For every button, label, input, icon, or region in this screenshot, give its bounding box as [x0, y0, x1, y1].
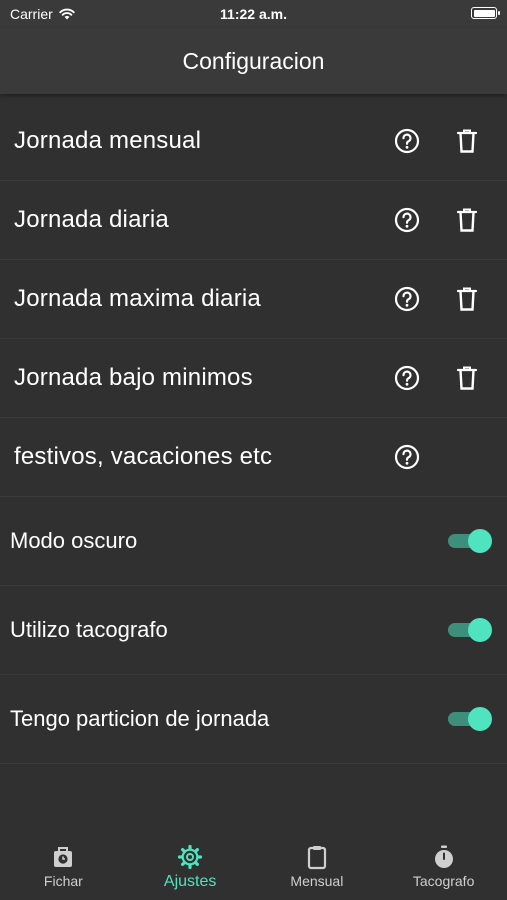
setting-label: Jornada bajo minimos	[14, 364, 253, 391]
toggle-label: Modo oscuro	[10, 528, 138, 553]
tab-label: Tacografo	[412, 873, 475, 889]
clipboard-icon	[307, 846, 326, 870]
trash-icon[interactable]	[455, 128, 479, 154]
trash-icon[interactable]	[455, 286, 479, 312]
help-icon[interactable]	[394, 207, 420, 233]
particion-switch[interactable]	[448, 707, 492, 731]
trash-icon[interactable]	[455, 365, 479, 391]
status-bar: Carrier 11:22 a.m.	[0, 0, 507, 28]
help-icon[interactable]	[394, 286, 420, 312]
toggle-row-particion: Tengo particion de jornada	[0, 675, 507, 764]
battery-icon	[471, 7, 500, 19]
toggle-label: Tengo particion de jornada	[10, 706, 270, 731]
setting-row-festivos[interactable]: festivos, vacaciones etc	[0, 418, 507, 497]
tacografo-switch[interactable]	[448, 618, 492, 642]
switch-knob	[468, 529, 492, 553]
tab-label: Mensual	[290, 873, 344, 889]
toggle-label: Utilizo tacografo	[10, 617, 168, 642]
toggle-row-modo-oscuro: Modo oscuro	[0, 497, 507, 586]
setting-row-jornada-mensual[interactable]: Jornada mensual	[0, 102, 507, 181]
tab-fichar[interactable]: Fichar	[0, 834, 127, 900]
help-icon[interactable]	[394, 444, 420, 470]
setting-label: Jornada diaria	[14, 206, 169, 233]
setting-row-jornada-diaria[interactable]: Jornada diaria	[0, 181, 507, 260]
tab-bar: Fichar Ajustes Mensual Tacografo	[0, 834, 507, 900]
modo-oscuro-switch[interactable]	[448, 529, 492, 553]
tab-label: Fichar	[43, 873, 83, 889]
gear-icon	[178, 844, 203, 870]
stopwatch-icon	[434, 845, 453, 868]
app-header: Configuracion	[0, 28, 507, 94]
switch-knob	[468, 707, 492, 731]
settings-list: Jornada mensual Jornada diaria Jornada m…	[0, 102, 507, 764]
tab-tacografo[interactable]: Tacografo	[380, 834, 507, 900]
bag-clock-icon	[54, 847, 73, 867]
tab-label: Ajustes	[163, 873, 217, 890]
setting-label: Jornada maxima diaria	[14, 285, 261, 312]
toggle-row-tacografo: Utilizo tacografo	[0, 586, 507, 675]
help-icon[interactable]	[394, 365, 420, 391]
trash-icon[interactable]	[455, 207, 479, 233]
clock: 11:22 a.m.	[220, 6, 287, 22]
setting-row-jornada-maxima-diaria[interactable]: Jornada maxima diaria	[0, 260, 507, 339]
setting-label: festivos, vacaciones etc	[14, 443, 273, 470]
setting-label: Jornada mensual	[14, 127, 202, 154]
switch-knob	[468, 618, 492, 642]
tab-mensual[interactable]: Mensual	[254, 834, 381, 900]
page-title: Configuracion	[182, 47, 325, 74]
setting-row-jornada-bajo-minimos[interactable]: Jornada bajo minimos	[0, 339, 507, 418]
tab-ajustes[interactable]: Ajustes	[127, 834, 254, 900]
help-icon[interactable]	[394, 128, 420, 154]
